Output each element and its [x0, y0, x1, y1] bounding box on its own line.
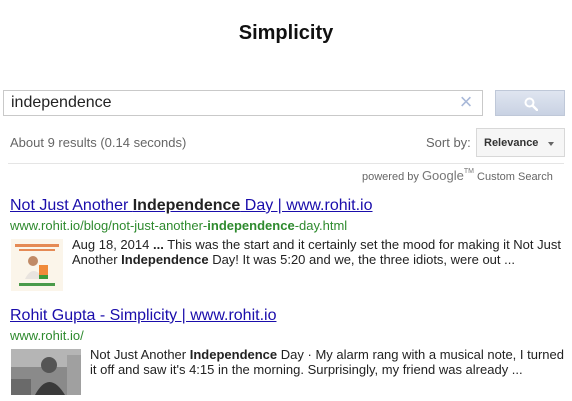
sort-label: Sort by: — [426, 135, 471, 150]
result-url: www.rohit.io/blog/not-just-another-indep… — [10, 218, 348, 233]
google-logo-text: Google — [421, 168, 464, 183]
google-tm: TM — [463, 168, 474, 175]
search-button[interactable] — [495, 90, 565, 116]
search-result: Not Just Another Independence Day | www.… — [10, 197, 566, 291]
page-title: Simplicity — [238, 22, 334, 44]
result-url: www.rohit.io/ — [10, 328, 84, 343]
search-box: × — [3, 90, 483, 116]
result-title-link[interactable]: Rohit Gupta - Simplicity | www.rohit.io — [10, 307, 566, 325]
divider — [8, 163, 564, 164]
result-snippet: Aug 18, 2014 ... This was the start and … — [72, 237, 561, 267]
sort-dropdown[interactable]: Relevance — [476, 128, 565, 157]
powered-by-google: powered by GoogleTM Custom Search — [362, 168, 553, 183]
sort-selected-value: Relevance — [484, 137, 539, 149]
search-input[interactable] — [4, 91, 444, 115]
result-thumbnail[interactable] — [11, 239, 63, 291]
search-icon — [524, 97, 538, 111]
result-snippet: Not Just Another Independence Day · My a… — [90, 347, 564, 377]
result-stats: About 9 results (0.14 seconds) — [10, 135, 187, 150]
clear-icon[interactable]: × — [456, 91, 476, 115]
result-thumbnail[interactable] — [11, 349, 81, 395]
chevron-down-icon — [548, 142, 554, 146]
powered-by-label: powered by — [362, 171, 419, 183]
custom-search-label: Custom Search — [477, 171, 553, 183]
google-logo: GoogleTM — [422, 168, 474, 183]
result-title-link[interactable]: Not Just Another Independence Day | www.… — [10, 197, 566, 215]
search-result: Rohit Gupta - Simplicity | www.rohit.io … — [10, 307, 566, 395]
